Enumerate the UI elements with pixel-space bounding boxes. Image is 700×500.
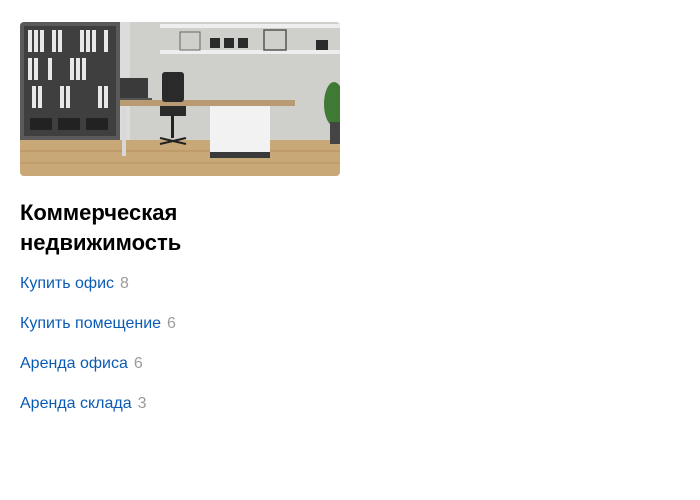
office-photo[interactable] (20, 22, 340, 176)
list-item: Купить офис 8 (20, 274, 340, 314)
link-buy-office[interactable]: Купить офис (20, 275, 114, 292)
link-buy-premises[interactable]: Купить помещение (20, 315, 161, 332)
list-item: Купить помещение 6 (20, 314, 340, 354)
list-item: Аренда склада 3 (20, 394, 340, 434)
link-rent-warehouse[interactable]: Аренда склада (20, 395, 132, 412)
count-badge: 6 (167, 315, 176, 332)
list-item: Аренда офиса 6 (20, 354, 340, 394)
commercial-realty-card: Коммерческая недвижимость Купить офис 8 К… (20, 22, 340, 434)
link-list: Купить офис 8 Купить помещение 6 Аренда оф… (20, 274, 340, 434)
count-badge: 3 (137, 395, 147, 412)
link-rent-office[interactable]: Аренда офиса (20, 355, 128, 372)
count-badge: 8 (120, 275, 129, 292)
count-badge: 6 (133, 355, 143, 372)
section-title: Коммерческая недвижимость (20, 200, 182, 255)
